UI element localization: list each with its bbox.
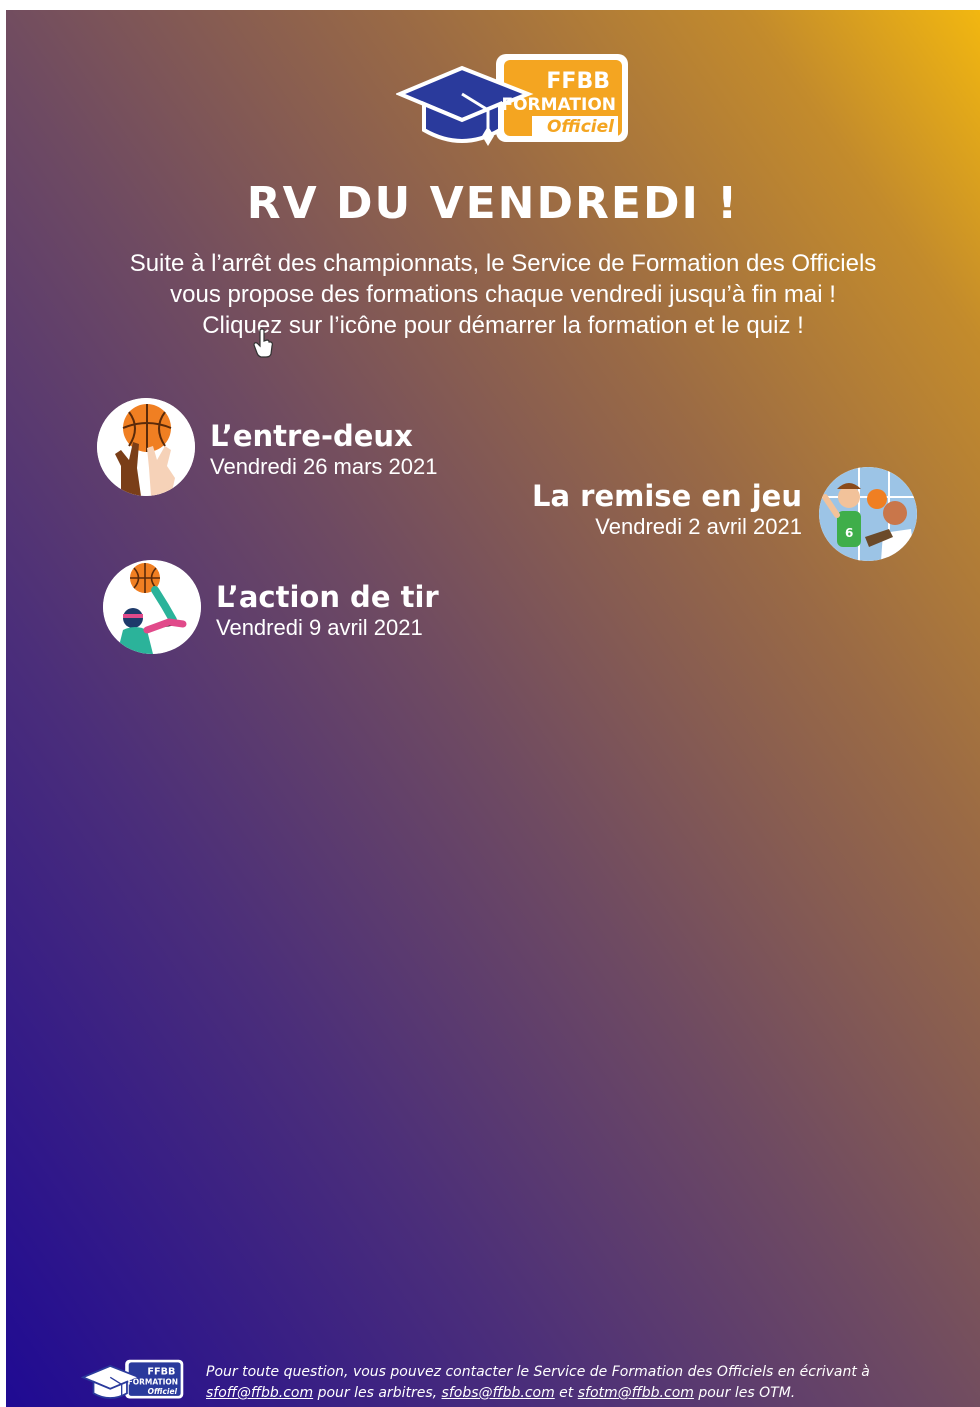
svg-text:6: 6 [845, 526, 853, 540]
throw-in-icon[interactable]: 6 [819, 467, 917, 561]
training-name[interactable]: L’entre-deux [210, 419, 438, 453]
flyer-page: FFBB FORMATION Officiel RV DU VENDREDI !… [6, 10, 980, 1407]
page-title: RV DU VENDREDI ! [246, 178, 740, 229]
logo-text-ffbb: FFBB [546, 69, 610, 94]
logo-text-formation: FORMATION [501, 95, 616, 115]
intro-line-2: vous propose des formations chaque vendr… [170, 281, 836, 308]
footer-text-otm: pour les OTM. [693, 1385, 796, 1401]
training-item-action-de-tir[interactable]: L’action de tir Vendredi 9 avril 2021 [216, 580, 439, 642]
footer-text-arbitres: pour les arbitres, [313, 1385, 442, 1401]
footer-line-2: sfoff@ffbb.com pour les arbitres, sfobs@… [206, 1383, 870, 1404]
ffbb-formation-footer-logo: FFBB FORMATION Officiel [80, 1359, 184, 1399]
training-name[interactable]: L’action de tir [216, 580, 439, 614]
training-date: Vendredi 9 avril 2021 [216, 615, 423, 640]
jump-ball-icon[interactable] [97, 398, 195, 496]
intro-line-3: Cliquez sur l’icône pour démarrer la for… [202, 312, 804, 339]
footer-line-1: Pour toute question, vous pouvez contact… [206, 1364, 870, 1380]
footer-contact: Pour toute question, vous pouvez contact… [206, 1362, 870, 1404]
email-link-observateurs[interactable]: sfobs@ffbb.com [442, 1385, 555, 1401]
footer-text-et: et [554, 1385, 578, 1401]
ffbb-formation-logo: FFBB FORMATION Officiel [396, 54, 628, 146]
shooter-icon[interactable] [103, 560, 201, 654]
training-item-entre-deux[interactable]: L’entre-deux Vendredi 26 mars 2021 [210, 419, 438, 481]
email-link-arbitres[interactable]: sfoff@ffbb.com [206, 1385, 313, 1401]
training-name[interactable]: La remise en jeu [532, 479, 802, 513]
footer-logo-text-ffbb: FFBB [147, 1367, 175, 1378]
footer-logo-text-formation: FORMATION [128, 1377, 178, 1386]
footer-logo-text-officiel: Officiel [148, 1387, 178, 1396]
training-item-remise-en-jeu[interactable]: La remise en jeu Vendredi 2 avril 2021 [532, 479, 802, 541]
intro-text: Suite à l’arrêt des championnats, le Ser… [46, 248, 960, 341]
email-link-otm[interactable]: sfotm@ffbb.com [578, 1385, 694, 1401]
training-date: Vendredi 26 mars 2021 [210, 454, 438, 479]
hand-cursor-icon [253, 328, 273, 358]
intro-line-1: Suite à l’arrêt des championnats, le Ser… [129, 250, 877, 277]
training-date: Vendredi 2 avril 2021 [595, 514, 802, 539]
logo-text-officiel: Officiel [547, 117, 615, 137]
